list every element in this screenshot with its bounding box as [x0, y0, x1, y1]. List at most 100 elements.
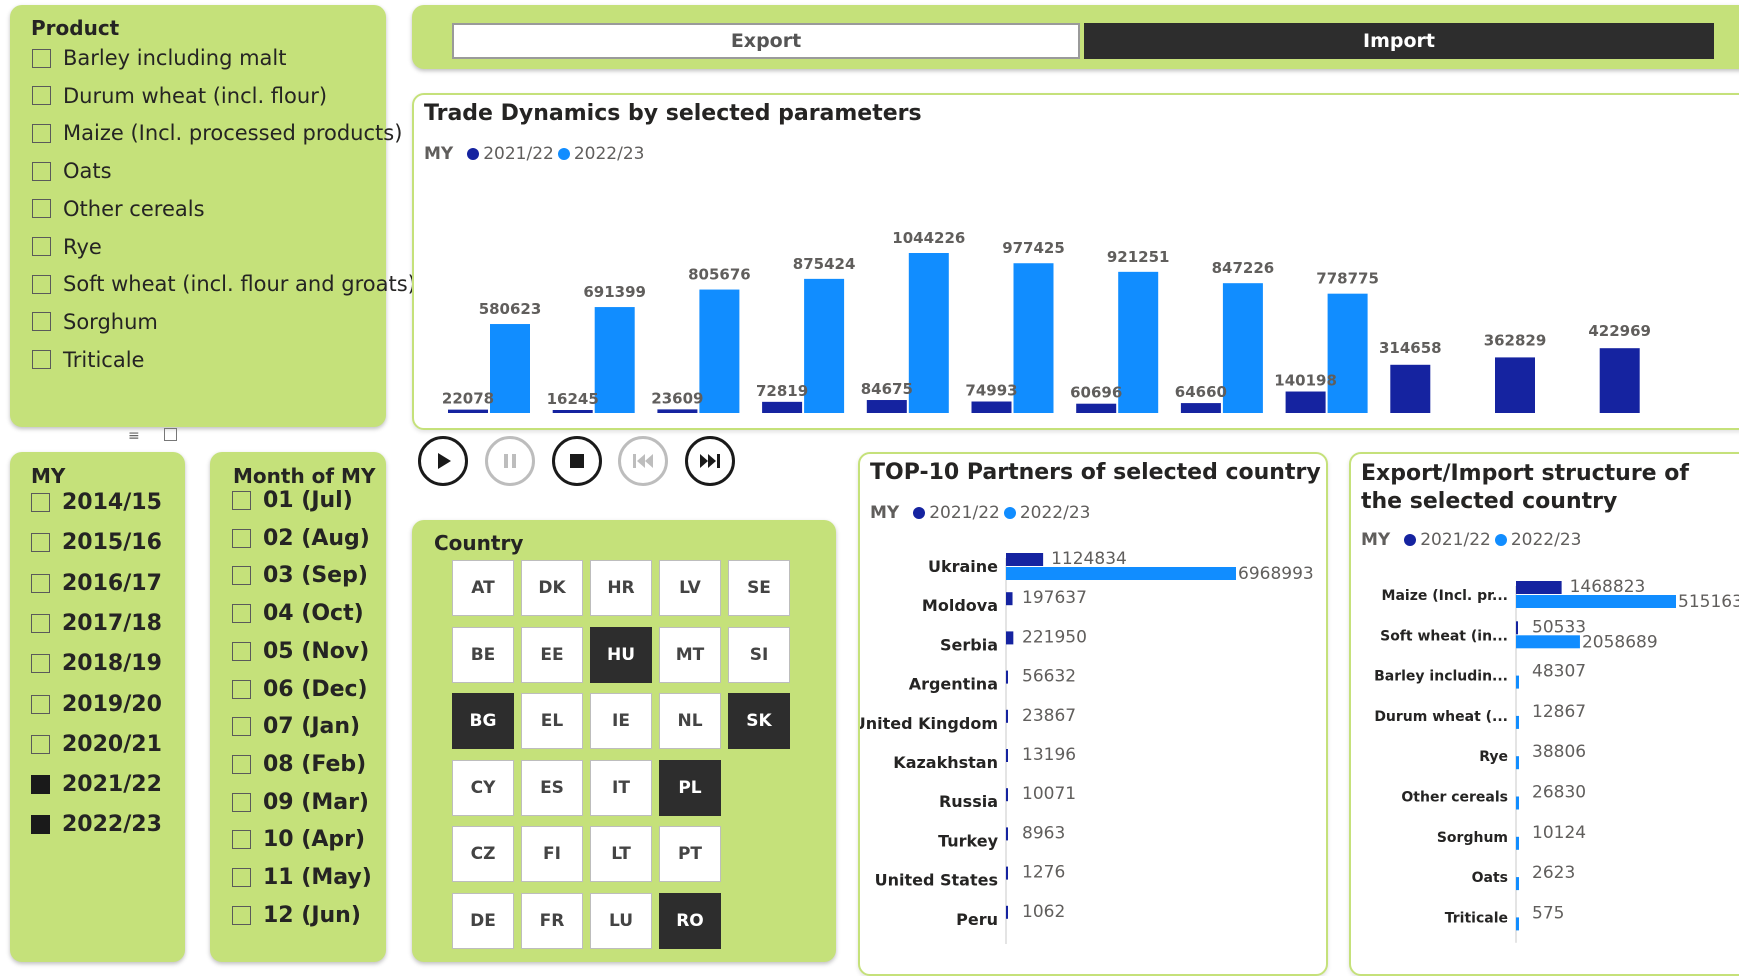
import-button[interactable]: Import [1084, 23, 1714, 59]
checkbox[interactable] [32, 199, 51, 219]
checkbox[interactable] [232, 604, 251, 624]
month-item-06-dec[interactable]: 06 (Dec) [232, 677, 368, 702]
country-tile-bg[interactable]: BG [452, 693, 514, 749]
checkbox[interactable] [32, 312, 51, 332]
my-item-2015-16[interactable]: 2015/16 [31, 530, 162, 555]
product-item-rye[interactable]: Rye [32, 235, 102, 259]
checkbox[interactable] [31, 734, 50, 754]
product-item-maize-incl-processed-products[interactable]: Maize (Incl. processed products) [32, 121, 402, 145]
product-item-durum-wheat-incl-flour[interactable]: Durum wheat (incl. flour) [32, 84, 327, 108]
country-tile-pt[interactable]: PT [659, 826, 721, 882]
next-button[interactable] [685, 436, 735, 486]
product-item-soft-wheat-incl-flour-and-groats[interactable]: Soft wheat (incl. flour and groats) [32, 272, 416, 296]
country-tile-ie[interactable]: IE [590, 693, 652, 749]
checkbox[interactable] [232, 754, 251, 774]
my-item-2017-18[interactable]: 2017/18 [31, 611, 162, 636]
checkbox[interactable] [232, 830, 251, 850]
checkbox[interactable] [31, 573, 50, 593]
country-tile-it[interactable]: IT [590, 759, 652, 816]
checkbox[interactable] [232, 566, 251, 586]
country-tile-hu[interactable]: HU [590, 626, 652, 683]
country-tile-ro[interactable]: RO [659, 892, 721, 949]
month-item-03-sep[interactable]: 03 (Sep) [232, 563, 368, 588]
country-tile-fi[interactable]: FI [521, 826, 583, 882]
my-item-2022-23[interactable]: 2022/23 [31, 812, 162, 837]
checkbox[interactable] [232, 491, 251, 510]
item-label: 2014/15 [62, 490, 162, 515]
country-tile-be[interactable]: BE [452, 626, 514, 683]
checkbox[interactable] [32, 123, 51, 143]
checkbox[interactable] [232, 868, 251, 887]
export-button[interactable]: Export [452, 23, 1080, 59]
month-item-05-nov[interactable]: 05 (Nov) [232, 639, 369, 664]
my-item-2018-19[interactable]: 2018/19 [31, 651, 162, 676]
month-item-02-aug[interactable]: 02 (Aug) [232, 526, 370, 551]
country-tile-se[interactable]: SE [728, 560, 790, 616]
checkbox[interactable] [232, 528, 251, 548]
product-item-barley-including-malt[interactable]: Barley including malt [32, 46, 286, 70]
month-item-01-jul[interactable]: 01 (Jul) [232, 488, 353, 513]
checkbox[interactable] [31, 493, 50, 512]
checkbox[interactable] [32, 237, 51, 256]
product-item-oats[interactable]: Oats [32, 159, 112, 183]
country-tile-pl[interactable]: PL [659, 759, 721, 816]
my-item-2014-15[interactable]: 2014/15 [31, 490, 162, 515]
checkbox[interactable] [32, 48, 51, 68]
country-tile-si[interactable]: SI [728, 626, 790, 683]
trade-dynamics-card: Trade Dynamics by selected parameters MY… [412, 93, 1739, 430]
month-item-10-apr[interactable]: 10 (Apr) [232, 827, 365, 852]
checkbox[interactable] [31, 613, 50, 633]
month-item-09-mar[interactable]: 09 (Mar) [232, 790, 369, 815]
country-tile-lu[interactable]: LU [590, 892, 652, 949]
country-tile-de[interactable]: DE [452, 892, 514, 949]
checkbox[interactable] [31, 815, 50, 835]
stop-button[interactable] [552, 436, 602, 486]
country-tile-lv[interactable]: LV [659, 560, 721, 616]
month-item-07-jan[interactable]: 07 (Jan) [232, 714, 360, 739]
month-item-08-feb[interactable]: 08 (Feb) [232, 752, 366, 777]
play-button[interactable] [418, 436, 468, 486]
month-item-04-oct[interactable]: 04 (Oct) [232, 601, 364, 626]
focus-mode-icon[interactable] [164, 428, 177, 441]
my-item-2020-21[interactable]: 2020/21 [31, 732, 162, 757]
country-tile-mt[interactable]: MT [659, 626, 721, 683]
country-tile-hr[interactable]: HR [590, 560, 652, 616]
product-item-sorghum[interactable]: Sorghum [32, 310, 158, 334]
checkbox[interactable] [232, 717, 251, 737]
checkbox[interactable] [232, 792, 251, 812]
country-tile-el[interactable]: EL [521, 693, 583, 749]
my-item-2016-17[interactable]: 2016/17 [31, 571, 162, 596]
category-label: Sorghum [1437, 830, 1508, 846]
checkbox[interactable] [232, 679, 251, 699]
month-item-11-may[interactable]: 11 (May) [232, 865, 372, 890]
country-tile-lt[interactable]: LT [590, 826, 652, 882]
country-tile-fr[interactable]: FR [521, 892, 583, 949]
checkbox[interactable] [32, 274, 51, 294]
pause-button[interactable] [485, 436, 535, 486]
previous-button[interactable] [618, 436, 668, 486]
checkbox[interactable] [232, 905, 251, 925]
country-tile-es[interactable]: ES [521, 759, 583, 816]
checkbox[interactable] [31, 775, 50, 795]
checkbox[interactable] [32, 161, 51, 181]
country-tile-sk[interactable]: SK [728, 693, 790, 749]
country-tile-cz[interactable]: CZ [452, 826, 514, 882]
product-item-other-cereals[interactable]: Other cereals [32, 197, 205, 221]
checkbox[interactable] [31, 654, 50, 674]
checkbox[interactable] [232, 641, 251, 661]
country-tile-at[interactable]: AT [452, 560, 514, 616]
checkbox[interactable] [32, 86, 51, 106]
checkbox[interactable] [31, 533, 50, 553]
country-tile-cy[interactable]: CY [452, 759, 514, 816]
checkbox[interactable] [31, 694, 50, 714]
country-tile-ee[interactable]: EE [521, 626, 583, 683]
filter-icon[interactable]: ≡ [128, 428, 140, 444]
checkbox[interactable] [32, 350, 51, 370]
country-tile-nl[interactable]: NL [659, 693, 721, 749]
month-item-12-jun[interactable]: 12 (Jun) [232, 903, 361, 928]
my-item-2019-20[interactable]: 2019/20 [31, 692, 162, 717]
my-item-2021-22[interactable]: 2021/22 [31, 772, 162, 797]
product-item-triticale[interactable]: Triticale [32, 348, 144, 372]
item-label: 12 (Jun) [263, 902, 361, 928]
country-tile-dk[interactable]: DK [521, 560, 583, 616]
